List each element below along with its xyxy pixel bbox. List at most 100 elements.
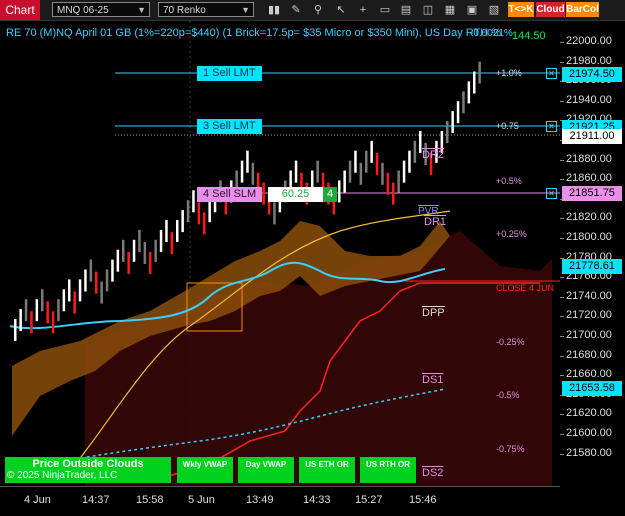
us-rth-or-button[interactable]: US RTH OR	[360, 457, 416, 483]
pencil-icon[interactable]: ✎	[288, 2, 304, 18]
bar-type-selector[interactable]: 70 Renko ▼	[158, 2, 254, 17]
time-tick: 5 Jun	[188, 494, 215, 506]
pct-label-025: +0.25%	[496, 229, 527, 239]
chart-title: Chart	[0, 0, 40, 20]
us-eth-or-button[interactable]: US ETH OR	[299, 457, 355, 483]
price-tick: 21580.00	[566, 446, 612, 459]
renko-brick	[46, 301, 49, 324]
renko-brick	[462, 91, 465, 114]
barcol-button[interactable]: BarCol	[566, 2, 599, 17]
pivot-ds2: DS2	[422, 467, 444, 479]
tk-button[interactable]: T<>K	[508, 2, 534, 17]
order-price-4: 21851.75	[562, 186, 622, 201]
properties-icon[interactable]: ▤	[398, 2, 414, 18]
price-axis[interactable]: 22000.0021980.0021960.0021940.0021920.00…	[560, 21, 625, 486]
price-tick-mark	[560, 179, 564, 181]
price-tick-mark	[560, 336, 564, 337]
price-tick: 21940.00	[566, 93, 612, 106]
renko-brick	[478, 61, 481, 84]
renko-brick	[30, 311, 33, 334]
renko-brick	[381, 162, 384, 185]
renko-brick	[343, 170, 346, 193]
day-vwap-label: Day VWAP	[245, 460, 287, 469]
renko-brick	[203, 212, 206, 235]
bar-type-value: 70 Renko	[163, 5, 206, 16]
price-tick: 21820.00	[566, 211, 612, 224]
chart-toolbar: Chart MNQ 06-25 ▼ 70 Renko ▼ ▮▮ ✎ ⚲ ↖ + ▭ …	[0, 0, 625, 21]
price-tick-mark	[560, 159, 564, 161]
renko-brick	[89, 259, 93, 282]
strategies-icon[interactable]: ▦	[442, 2, 458, 18]
pivot-dr2: DR2	[422, 149, 445, 161]
renko-brick	[62, 289, 66, 312]
pct-label-neg025: -0.25%	[496, 337, 525, 347]
us-rth-or-label: US RTH OR	[366, 460, 410, 469]
price-tick-mark	[560, 238, 564, 239]
renko-brick	[35, 299, 39, 322]
price-tick-mark	[560, 434, 564, 435]
cloud-button[interactable]: Cloud	[536, 2, 565, 17]
renko-brick	[392, 182, 395, 205]
sell-limit-1-tag[interactable]: 1 Sell LMT	[197, 66, 262, 81]
renko-brick	[14, 319, 17, 341]
instrument-selector[interactable]: MNQ 06-25 ▼	[52, 2, 150, 17]
renko-brick	[451, 111, 454, 134]
renko-brick	[24, 299, 28, 322]
renko-brick	[446, 121, 449, 143]
renko-brick	[246, 150, 249, 173]
renko-brick	[159, 229, 163, 252]
renko-brick	[100, 281, 103, 304]
chevron-down-icon: ▼	[137, 5, 146, 15]
renko-brick	[197, 202, 201, 225]
order-quantity-count[interactable]: 4	[323, 187, 337, 202]
lower-band-price-box: 21653.58	[562, 381, 622, 396]
chart-trader-icon[interactable]: ▧	[486, 2, 502, 18]
chart-plot-area[interactable]: RE 70 (M)NQ April 01 GB (1%=220p=$440) (…	[0, 21, 560, 486]
crosshair-icon[interactable]: +	[355, 2, 371, 18]
renko-brick	[456, 101, 460, 124]
renko-brick	[370, 140, 373, 163]
chevron-down-icon: ▼	[241, 5, 250, 15]
cancel-order-1-icon[interactable]: ✕	[546, 68, 557, 79]
pointer-icon[interactable]: ↖	[333, 2, 349, 18]
price-tick-mark	[560, 355, 564, 357]
order-price-1: 21974.50	[562, 67, 622, 82]
instrument-value: MNQ 06-25	[57, 5, 109, 16]
order-quantity-value[interactable]: 60.25	[268, 187, 323, 202]
price-tick-mark	[560, 316, 564, 318]
renko-brick	[386, 172, 390, 195]
renko-brick	[354, 150, 357, 173]
renko-brick	[181, 210, 184, 233]
cancel-order-3-icon[interactable]: ✕	[546, 121, 557, 132]
renko-brick	[105, 269, 109, 292]
price-tick-mark	[560, 42, 564, 43]
renko-brick	[154, 239, 157, 262]
time-axis[interactable]: 4 Jun 14:37 15:58 5 Jun 13:49 14:33 15:2…	[0, 486, 560, 516]
renko-brick	[348, 160, 352, 183]
renko-brick	[127, 251, 130, 274]
renko-brick	[78, 279, 82, 302]
renko-brick	[240, 160, 244, 183]
renko-brick	[51, 311, 55, 334]
green-value: 144.50	[512, 30, 546, 42]
indicators-icon[interactable]: ◫	[420, 2, 436, 18]
price-tick: 21720.00	[566, 309, 612, 322]
price-tick: 21700.00	[566, 329, 612, 341]
price-outside-label: Price Outside Clouds	[32, 458, 144, 470]
renko-brick	[192, 190, 195, 213]
renko-brick	[402, 160, 406, 183]
bar-series-icon[interactable]: ▮▮	[266, 2, 282, 18]
data-box-icon[interactable]: ▭	[377, 2, 393, 18]
sell-stop-4-tag[interactable]: 4 Sell SLM	[197, 187, 263, 202]
price-outside-clouds-button[interactable]: Price Outside Clouds © 2025 NinjaTrader,…	[5, 457, 171, 483]
cancel-order-4-icon[interactable]: ✕	[546, 188, 557, 199]
templates-icon[interactable]: ▣	[464, 2, 480, 18]
zoom-icon[interactable]: ⚲	[310, 2, 326, 18]
weekly-vwap-button[interactable]: Wkly VWAP	[177, 457, 233, 483]
sell-limit-3-tag[interactable]: 3 Sell LMT	[197, 119, 262, 134]
renko-brick	[84, 269, 87, 292]
day-vwap-button[interactable]: Day VWAP	[238, 457, 294, 483]
close-label: CLOSE 4 JUN	[496, 283, 555, 293]
price-tick: 21620.00	[566, 407, 612, 420]
renko-brick	[413, 140, 417, 163]
